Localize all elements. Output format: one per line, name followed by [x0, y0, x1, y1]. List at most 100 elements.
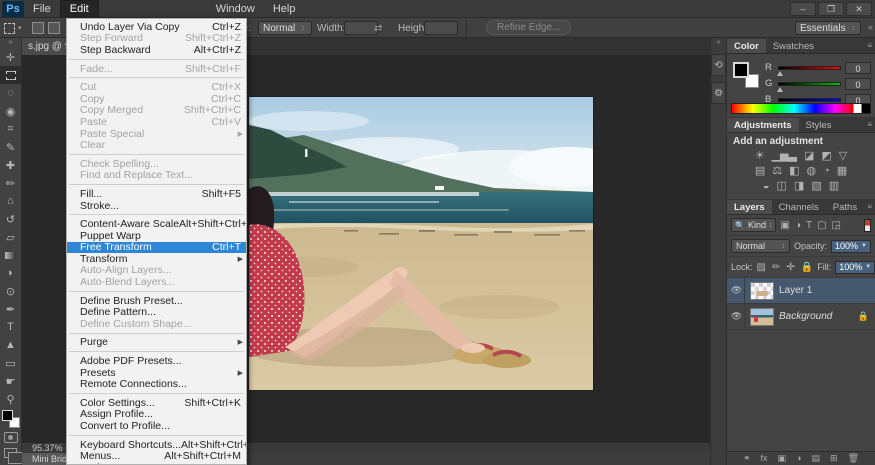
menu-item-convert-to-profile[interactable]: Convert to Profile...: [67, 420, 246, 432]
layer-filter-kind-select[interactable]: 🔍 Kind ↕: [731, 218, 776, 232]
lock-transparency-icon[interactable]: ▨: [757, 262, 766, 273]
menu-item-copy[interactable]: CopyCtrl+C: [67, 93, 246, 105]
channel-mixer-icon[interactable]: ◔: [823, 165, 830, 178]
menu-item-auto-align-layers[interactable]: Auto-Align Layers...: [67, 265, 246, 277]
panel-menu-icon[interactable]: ≡: [867, 41, 872, 50]
hand-tool[interactable]: ☛: [0, 372, 22, 390]
menu-item-paste-special[interactable]: Paste Special▶: [67, 128, 246, 140]
menu-item-paste[interactable]: PasteCtrl+V: [67, 116, 246, 128]
path-selection-tool[interactable]: ▲: [0, 336, 22, 354]
zoom-tool[interactable]: ⚲: [0, 390, 22, 408]
vibrance-icon[interactable]: ▽: [839, 150, 847, 163]
menu-item-adobe-pdf-presets[interactable]: Adobe PDF Presets...: [67, 355, 246, 367]
close-button[interactable]: ✕: [846, 2, 872, 16]
new-selection-icon[interactable]: [32, 22, 44, 34]
menu-item-copy-merged[interactable]: Copy MergedShift+Ctrl+C: [67, 105, 246, 117]
visibility-eye-icon[interactable]: 👁: [729, 278, 745, 303]
menu-window[interactable]: Window: [207, 0, 264, 18]
menu-item-fill[interactable]: Fill...Shift+F5: [67, 188, 246, 200]
brush-tool[interactable]: ✏: [0, 174, 22, 192]
exposure-icon[interactable]: ◩: [821, 150, 831, 163]
menu-item-puppet-warp[interactable]: Puppet Warp: [67, 230, 246, 242]
gradient-map-icon[interactable]: ▧: [811, 180, 821, 193]
minimize-button[interactable]: –: [790, 2, 816, 16]
menu-item-step-forward[interactable]: Step ForwardShift+Ctrl+Z: [67, 33, 246, 45]
dock-collapse-icon[interactable]: «: [717, 38, 721, 48]
panel-menu-icon[interactable]: ≡: [867, 202, 872, 211]
history-panel-button[interactable]: ⟲: [711, 54, 726, 76]
foreground-color-swatch[interactable]: [733, 62, 749, 78]
filter-shape-layers-icon[interactable]: ▢: [817, 220, 826, 231]
filter-toggle-switch[interactable]: [864, 219, 871, 232]
menu-item-cut[interactable]: CutCtrl+X: [67, 81, 246, 93]
height-input[interactable]: [424, 21, 458, 35]
levels-icon[interactable]: ▁▅▃: [772, 150, 797, 163]
menu-item-presets[interactable]: Presets▶: [67, 367, 246, 379]
color-spectrum-ramp[interactable]: [731, 103, 871, 114]
new-group-button[interactable]: ▤: [812, 452, 821, 465]
slider-thumb-icon[interactable]: [777, 87, 783, 92]
brightness-contrast-icon[interactable]: ☀: [755, 150, 765, 163]
tool-preset-picker[interactable]: ▾: [4, 18, 22, 38]
menu-file[interactable]: File: [24, 0, 60, 18]
lock-pixels-icon[interactable]: ✏: [772, 262, 780, 273]
gradient-tool[interactable]: [0, 246, 22, 264]
menu-item-keyboard-shortcuts[interactable]: Keyboard Shortcuts...Alt+Shift+Ctrl+K: [67, 439, 246, 451]
tab-color[interactable]: Color: [727, 39, 766, 53]
history-brush-tool[interactable]: ↺: [0, 210, 22, 228]
layer-row-layer-1[interactable]: 👁Layer 1: [727, 278, 875, 304]
link-dimensions-icon[interactable]: ⇄: [374, 18, 382, 38]
add-layer-mask-button[interactable]: ▣: [778, 452, 787, 465]
channel-slider[interactable]: [778, 82, 841, 86]
channel-slider[interactable]: [778, 66, 841, 70]
color-lookup-icon[interactable]: ▦: [837, 165, 847, 178]
menu-item-stroke[interactable]: Stroke...: [67, 200, 246, 212]
selective-color-icon[interactable]: ▥: [829, 180, 839, 193]
menu-item-auto-blend-layers[interactable]: Auto-Blend Layers...: [67, 276, 246, 288]
type-tool[interactable]: T: [0, 318, 22, 336]
lock-all-icon[interactable]: 🔒: [801, 262, 813, 273]
restore-button[interactable]: ❐: [818, 2, 844, 16]
photo-canvas[interactable]: [249, 97, 593, 390]
quick-selection-tool[interactable]: ◉: [0, 102, 22, 120]
blur-tool[interactable]: ◗: [0, 264, 22, 282]
add-selection-icon[interactable]: [48, 22, 60, 34]
slider-thumb-icon[interactable]: [777, 71, 783, 76]
invert-icon[interactable]: ◒: [763, 180, 770, 193]
toolbar-collapse-icon[interactable]: »: [9, 38, 13, 48]
channel-slider[interactable]: [778, 98, 841, 102]
menu-item-remote-connections[interactable]: Remote Connections...: [67, 378, 246, 390]
panel-menu-icon[interactable]: ≡: [867, 120, 872, 129]
healing-brush-tool[interactable]: ✚: [0, 156, 22, 174]
menu-item-find-and-replace-text[interactable]: Find and Replace Text...: [67, 170, 246, 182]
blend-mode-select[interactable]: Normal ↕: [731, 239, 790, 253]
properties-panel-button[interactable]: ⚙: [711, 82, 726, 104]
menu-item-clear[interactable]: Clear: [67, 139, 246, 151]
pen-tool[interactable]: ✒: [0, 300, 22, 318]
menu-item-step-backward[interactable]: Step BackwardAlt+Ctrl+Z: [67, 44, 246, 56]
menu-item-assign-profile[interactable]: Assign Profile...: [67, 409, 246, 421]
tab-layers[interactable]: Layers: [727, 200, 772, 214]
link-layers-button[interactable]: ⚭: [743, 452, 751, 465]
clone-stamp-tool[interactable]: ⌂: [0, 192, 22, 210]
eraser-tool[interactable]: ▱: [0, 228, 22, 246]
crop-tool[interactable]: ⌗: [0, 120, 22, 138]
channel-value[interactable]: 0: [845, 78, 871, 90]
color-balance-icon[interactable]: ⚖: [772, 165, 782, 178]
channel-value[interactable]: 0: [845, 62, 871, 74]
layer-thumbnail[interactable]: [750, 282, 774, 300]
layer-style-button[interactable]: fx: [761, 452, 768, 465]
hue-saturation-icon[interactable]: ▤: [755, 165, 765, 178]
rectangle-tool[interactable]: ▭: [0, 354, 22, 372]
filter-type-layers-icon[interactable]: T: [806, 220, 812, 231]
menu-item-purge[interactable]: Purge▶: [67, 337, 246, 349]
menu-edit[interactable]: Edit: [60, 0, 99, 18]
lock-position-icon[interactable]: ✛: [786, 262, 794, 273]
new-adjustment-layer-button[interactable]: ◑: [796, 452, 801, 465]
menu-help[interactable]: Help: [264, 0, 305, 18]
threshold-icon[interactable]: ◨: [794, 180, 804, 193]
opacity-value[interactable]: 100% ▼: [831, 240, 871, 253]
layer-row-background[interactable]: 👁Background🔒: [727, 304, 875, 330]
menu-item-define-brush-preset[interactable]: Define Brush Preset...: [67, 295, 246, 307]
filter-smart-objects-icon[interactable]: ◲: [832, 220, 841, 231]
